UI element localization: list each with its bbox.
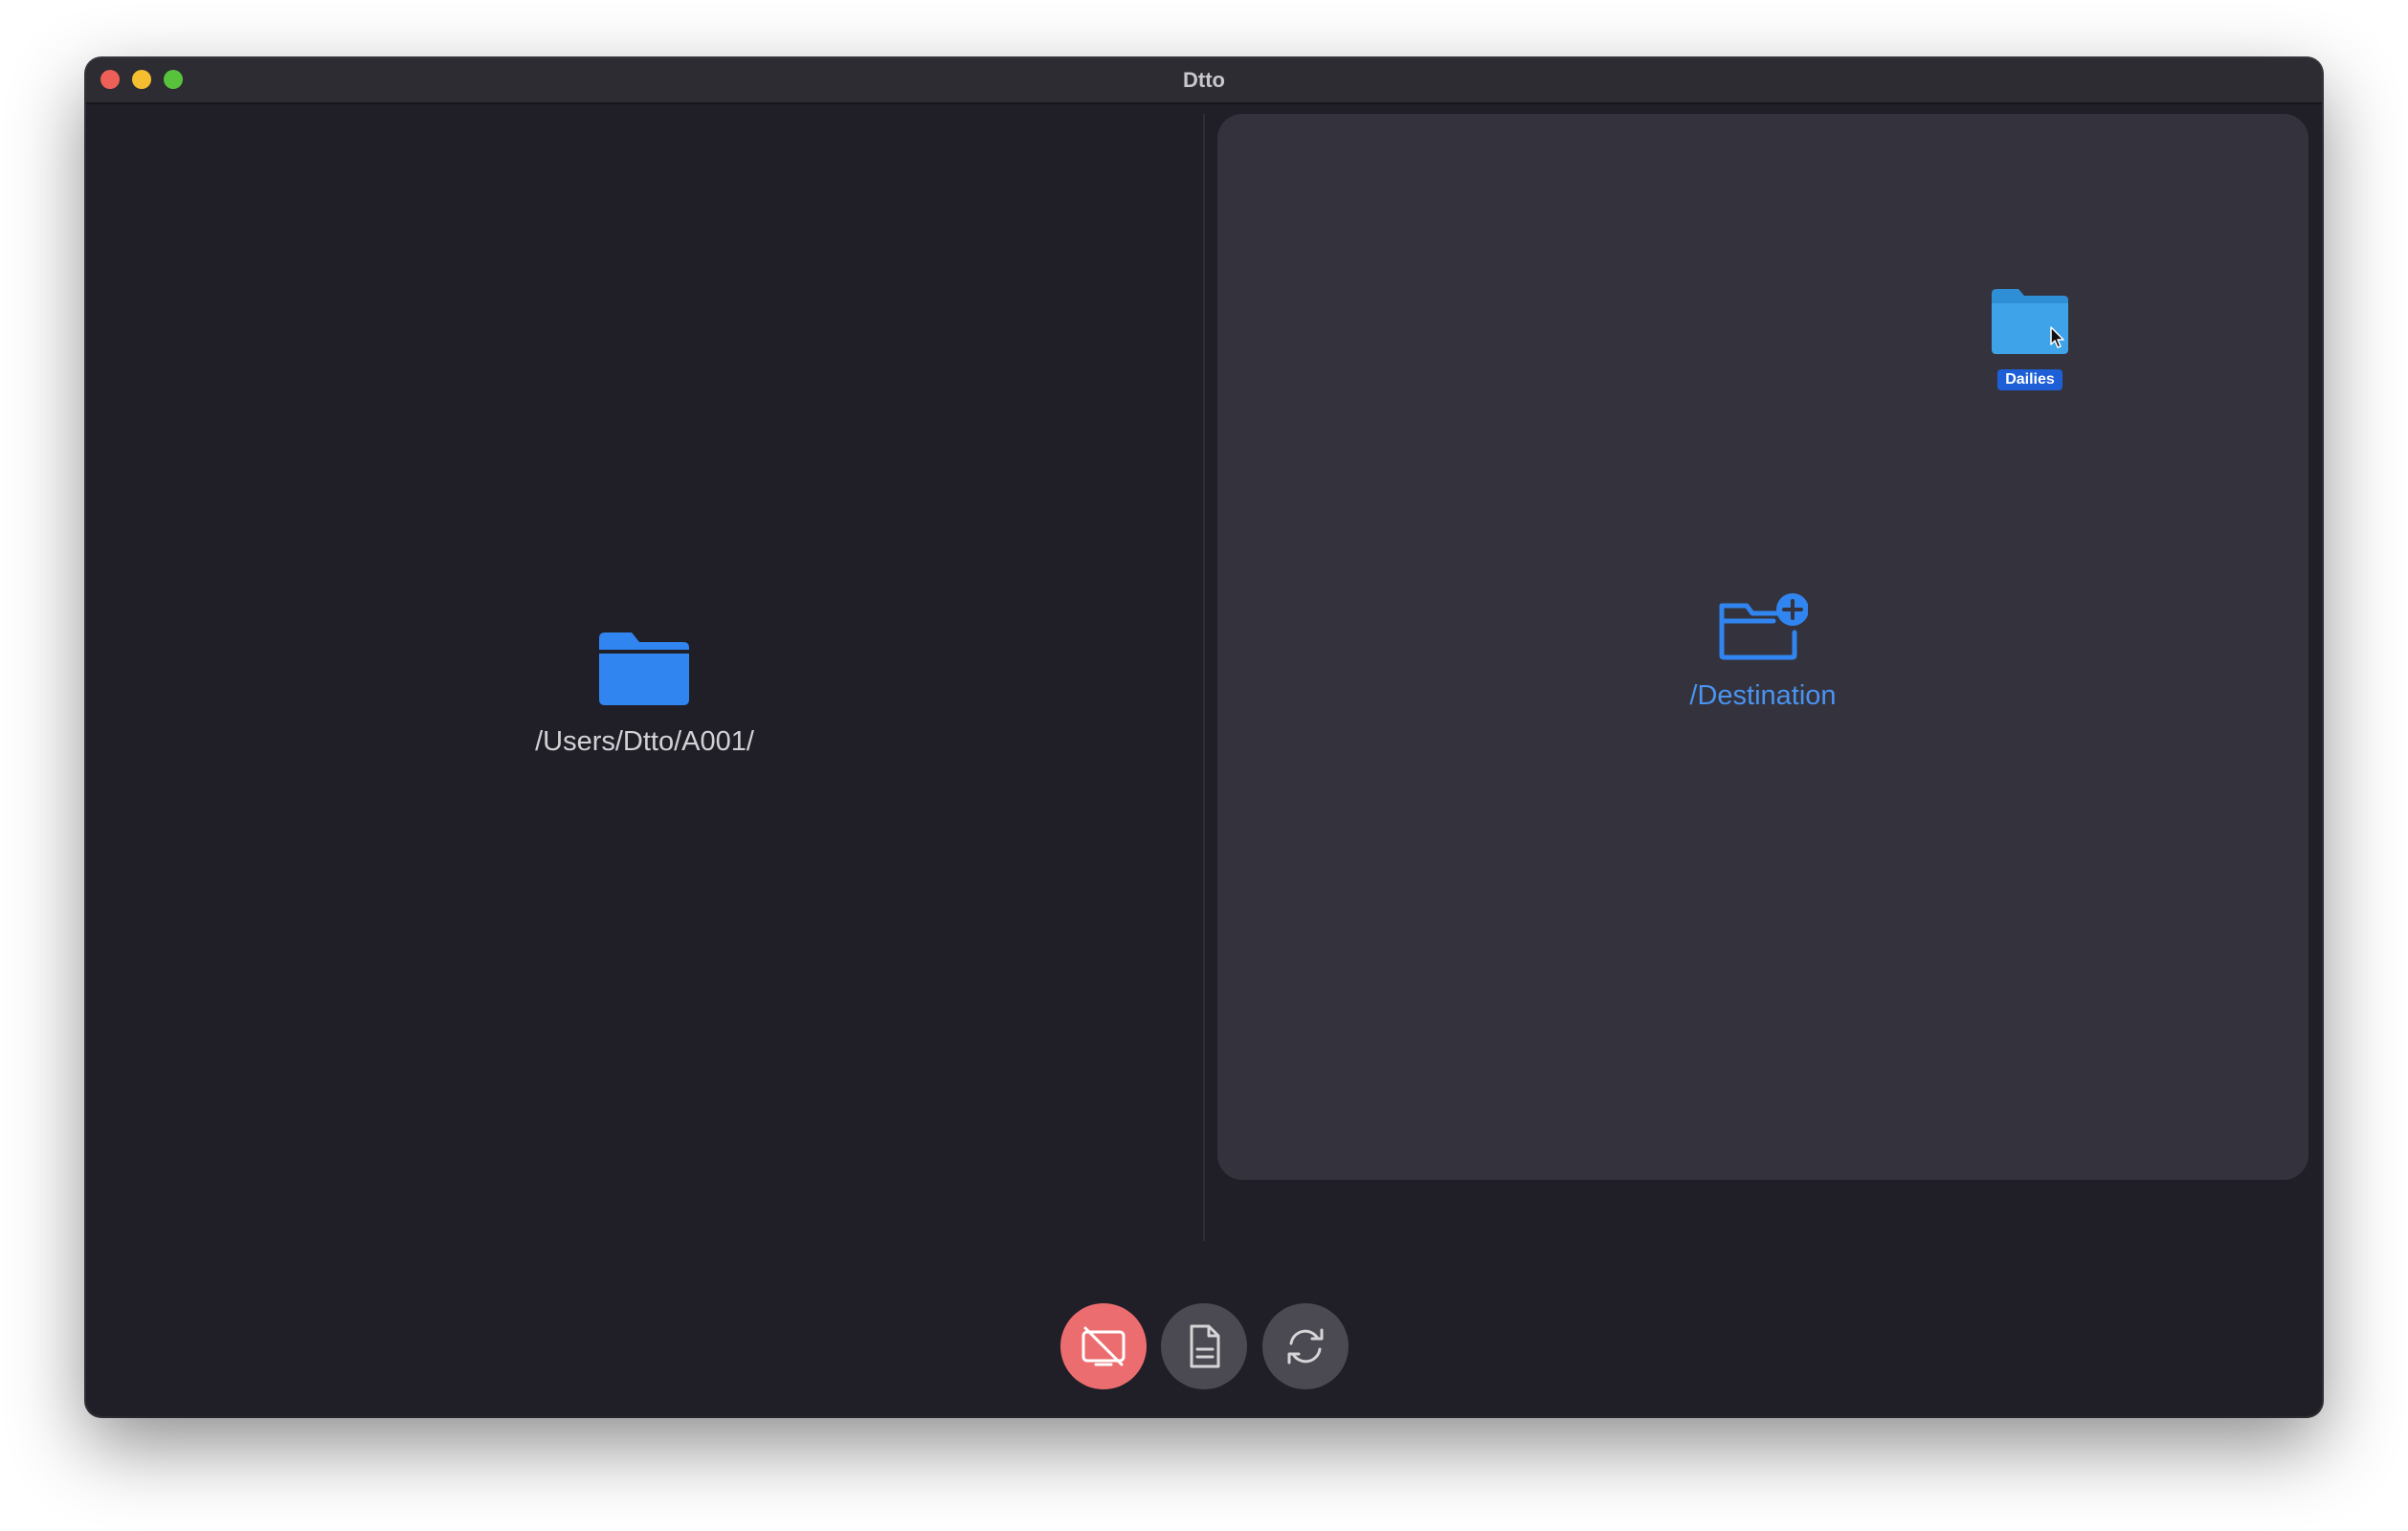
log-button[interactable]	[1161, 1303, 1247, 1389]
refresh-icon	[1287, 1328, 1324, 1365]
folder-icon	[599, 632, 689, 705]
destination-drop-zone[interactable]: /Destination	[1217, 114, 2308, 1180]
stop-button[interactable]	[1060, 1303, 1147, 1389]
sync-button[interactable]	[1262, 1303, 1349, 1389]
dragged-folder-label: Dailies	[1997, 369, 2062, 390]
folder-plus-icon	[1719, 593, 1808, 660]
app-window: Dtto /Users/Dtto/A001/ /Destination	[86, 58, 2322, 1416]
source-pane[interactable]: /Users/Dtto/A001/	[86, 104, 1203, 1243]
pane-divider	[1203, 114, 1205, 1241]
destination-path[interactable]: /Destination	[1217, 680, 2308, 712]
video-off-icon	[1081, 1326, 1126, 1366]
pointer-cursor-icon	[2050, 326, 2064, 348]
title-bar: Dtto	[86, 58, 2322, 104]
document-icon	[1190, 1324, 1220, 1368]
source-path: /Users/Dtto/A001/	[535, 726, 754, 757]
window-title: Dtto	[1183, 68, 1225, 92]
